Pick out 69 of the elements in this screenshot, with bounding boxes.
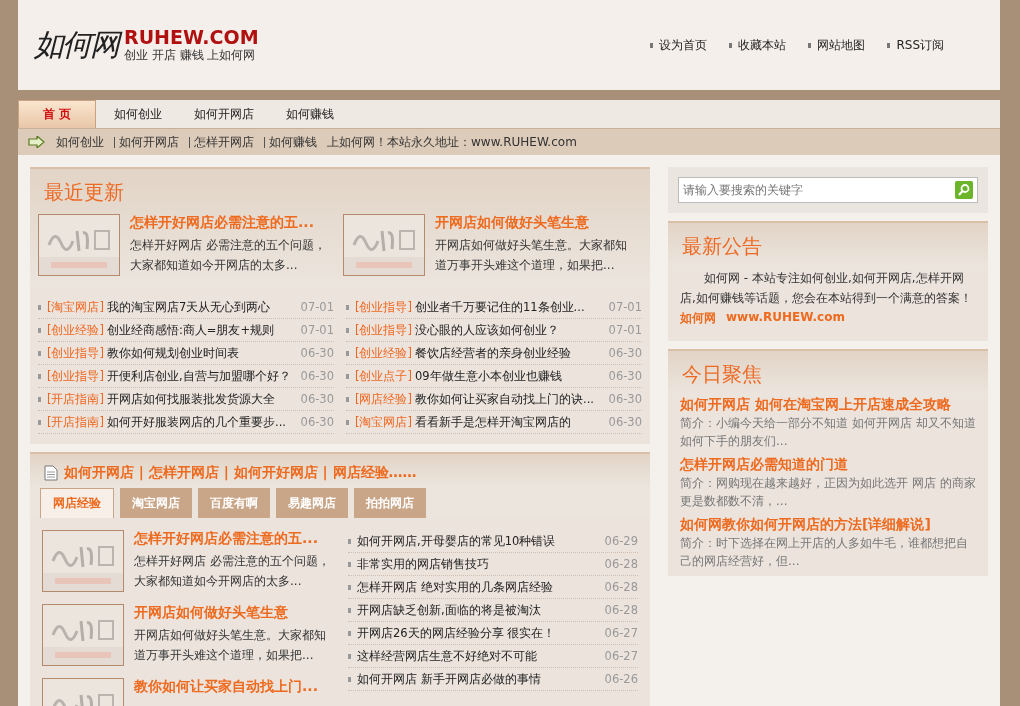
nav-tab[interactable]: 首 页 [18, 100, 96, 128]
article-link[interactable]: 没心眼的人应该如何创业？ [415, 322, 559, 338]
article-date: 06-27 [604, 649, 638, 663]
article-date: 07-01 [300, 300, 334, 314]
article-link[interactable]: 怎样开网店 绝对实用的几条网店经验 [357, 579, 553, 595]
article-link[interactable]: 这样经营网店生意不好绝对不可能 [357, 648, 537, 664]
nav-tab[interactable]: 如何开网店 [178, 100, 270, 128]
article-date: 06-30 [300, 369, 334, 383]
article-summary: 简介：网购现在越来越好，正因为如此选开 网店 的商家更是数都数不清，... [680, 475, 976, 510]
header-link[interactable]: RSS订阅 [887, 36, 944, 54]
article-date: 07-01 [300, 323, 334, 337]
article-date: 06-30 [608, 415, 642, 429]
article-date: 06-27 [604, 626, 638, 640]
article-date: 07-01 [608, 323, 642, 337]
article-link[interactable]: 非常实用的网店销售技巧 [357, 556, 489, 572]
article-link[interactable]: 开便利店创业,自营与加盟哪个好？ [107, 368, 291, 384]
article-date: 06-28 [604, 580, 638, 594]
article-excerpt: 怎样开好网店 必需注意的五个问题，大家都知道如今开网店的太多... [134, 553, 331, 590]
tagline: 创业 开店 赚钱 上如何网 [124, 46, 257, 64]
search-field[interactable]: 请输入要搜索的关键字 [678, 177, 978, 203]
article-date: 06-26 [604, 672, 638, 686]
article-date: 06-30 [300, 392, 334, 406]
article-excerpt: 开网店如何做好头笔生意。大家都知道万事开头难这个道理，如果把... [435, 237, 628, 274]
article-date: 06-30 [300, 415, 334, 429]
article-date: 07-01 [608, 300, 642, 314]
site-name: 如何网 [680, 310, 716, 327]
article-link[interactable]: 如何开网店 新手开网店必做的事情 [357, 671, 541, 687]
article-link[interactable]: 开网店如何找服装批发货源大全 [107, 391, 275, 407]
article-date: 06-28 [604, 557, 638, 571]
ticker-link[interactable]: 怎样开网店 [189, 136, 258, 148]
section-title: 最新公告 [681, 233, 763, 260]
article-link[interactable]: 教你如何让买家自动找上门的诀... [415, 391, 594, 407]
header-link[interactable]: 设为首页 [650, 36, 708, 54]
section-title: 最近更新 [43, 179, 125, 206]
header-link[interactable]: 收藏本站 [729, 36, 787, 54]
article-link[interactable]: 如何开好服装网店的几个重要步... [107, 414, 286, 430]
nav-tab[interactable]: 如何创业 [98, 100, 178, 128]
article-excerpt: 开网店如何做好头笔生意。大家都知道万事开头难这个道理，如果把... [134, 627, 327, 664]
article-summary: 简介：小编今天给一部分不知道 如何开网店 却又不知道如何下手的朋友们... [680, 415, 976, 450]
header-link[interactable]: 网站地图 [808, 36, 866, 54]
section-title: 今日聚焦 [681, 361, 763, 388]
article-date: 06-30 [608, 392, 642, 406]
ticker-text: 上如何网！本站永久地址：www.RUHEW.com [327, 133, 577, 151]
article-date: 06-30 [608, 346, 642, 360]
article-link[interactable]: 我的淘宝网店7天从无心到两心 [107, 299, 271, 315]
nav-tab[interactable]: 如何赚钱 [270, 100, 350, 128]
ticker-link[interactable]: 如何创业 [52, 136, 108, 148]
logo-domain[interactable]: RUHEW.COM [124, 26, 259, 47]
article-excerpt: 怎样开好网店 必需注意的五个问题，大家都知道如今开网店的太多... [130, 237, 327, 274]
article-link[interactable]: 餐饮店经营者的亲身创业经验 [415, 345, 571, 361]
article-link[interactable]: 开网店缺乏创新,面临的将是被淘汰 [357, 602, 541, 618]
article-link[interactable]: 开网店26天的网店经验分享 很实在！ [357, 625, 556, 641]
document-icon [44, 465, 58, 481]
article-date: 06-30 [300, 346, 334, 360]
article-link[interactable]: 创业经商感悟:商人=朋友+规则 [107, 322, 275, 338]
article-link[interactable]: 看看新手是怎样开淘宝网店的 [415, 414, 571, 430]
notice-text: 如何网 - 本站专注如何创业,如何开网店,怎样开网店,如何赚钱等话题，您会在本站得到一个满意的答案！ [679, 270, 973, 307]
search-icon[interactable] [955, 181, 973, 199]
article-date: 06-30 [608, 369, 642, 383]
article-link[interactable]: 09年做生意小本创业也赚钱 [415, 368, 562, 384]
ticker-link[interactable]: 如何开网店 [114, 136, 183, 148]
article-link[interactable]: 创业者千万要记住的11条创业... [415, 299, 585, 315]
article-summary: 简介：时下选择在网上开店的人多如牛毛，谁都想把自己的网店经营好，但... [680, 535, 969, 570]
arrow-icon [28, 136, 46, 148]
article-link[interactable]: 教你如何规划创业时间表 [107, 345, 239, 361]
article-link[interactable]: 如何开网店,开母婴店的常见10种错误 [357, 533, 556, 549]
article-date: 06-29 [604, 534, 638, 548]
article-date: 06-28 [604, 603, 638, 617]
ticker-link[interactable]: 如何赚钱 [264, 136, 321, 148]
